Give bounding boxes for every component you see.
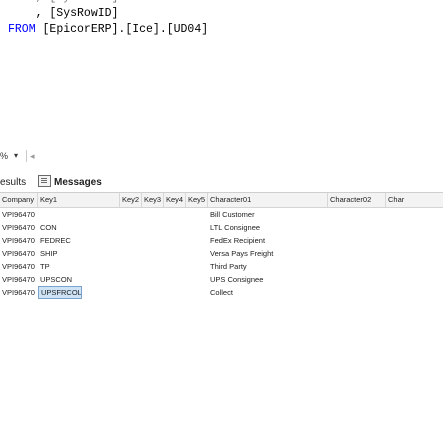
tab-messages[interactable]: Messages (38, 174, 118, 192)
cell-company[interactable]: VPI96470 (0, 234, 38, 247)
editor-line-from: FROM [EpicorERP].[Ice].[UD04] (8, 22, 208, 38)
column-header[interactable]: Character02 (328, 193, 386, 207)
scroll-left-icon[interactable]: ◂ (30, 150, 35, 162)
table-row[interactable]: VPI96470 TP Third Party (0, 260, 443, 273)
cell-key1-selected[interactable]: UPSFRCOL (38, 286, 82, 299)
editor-line-sysrowid: , [SysRowID] (8, 7, 119, 20)
from-table: [EpicorERP].[Ice].[UD04] (35, 23, 209, 36)
table-row[interactable]: VPI96470 CON LTL Consignee (0, 221, 443, 234)
cell-key1[interactable] (38, 208, 120, 221)
messages-icon (38, 175, 51, 188)
from-keyword: FROM (8, 23, 36, 36)
results-tabs: esults Messages (0, 174, 443, 193)
column-header[interactable]: Key3 (142, 193, 164, 207)
zoom-value: % (0, 151, 9, 161)
zoom-dropdown[interactable]: % ▾ (0, 150, 27, 162)
cell-character01[interactable]: UPS Consignee (208, 273, 328, 286)
column-header[interactable]: Character01 (208, 193, 328, 207)
cell-character01[interactable]: FedEx Recipient (208, 234, 328, 247)
cell-key1[interactable]: TP (38, 260, 120, 273)
grid-header: Company Key1 Key2 Key3 Key4 Key5 Charact… (0, 193, 443, 208)
cell-character01[interactable]: Bill Customer (208, 208, 328, 221)
chevron-down-icon: ▾ (14, 151, 19, 160)
query-editor[interactable]: , [SysRowID] , [SysRowID] FROM [EpicorER… (0, 0, 443, 143)
cell-character01[interactable]: Third Party (208, 260, 328, 273)
tab-messages-label: Messages (54, 177, 102, 188)
column-header[interactable]: Key4 (164, 193, 186, 207)
cell-key1[interactable]: CON (38, 221, 120, 234)
cell-key1[interactable]: UPSCON (38, 273, 120, 286)
cell-company[interactable]: VPI96470 (0, 286, 38, 299)
table-row[interactable]: VPI96470 FEDREC FedEx Recipient (0, 234, 443, 247)
table-row[interactable]: VPI96470 UPSFRCOL Collect (0, 286, 443, 299)
column-header[interactable]: Company (0, 193, 38, 207)
tab-results[interactable]: esults (0, 174, 30, 192)
column-header[interactable]: Key2 (120, 193, 142, 207)
results-pane: esults Messages Company Key1 Key2 Key3 K… (0, 165, 443, 441)
column-header[interactable]: Key5 (186, 193, 208, 207)
column-header[interactable]: Char (386, 193, 443, 207)
cell-character01[interactable]: Versa Pays Freight (208, 247, 328, 260)
cell-company[interactable]: VPI96470 (0, 273, 38, 286)
editor-status-strip: % ▾ ◂ (0, 150, 443, 162)
cell-company[interactable]: VPI96470 (0, 247, 38, 260)
cell-company[interactable]: VPI96470 (0, 260, 38, 273)
column-header[interactable]: Key1 (38, 193, 120, 207)
table-row[interactable]: VPI96470 Bill Customer (0, 208, 443, 221)
cell-character01[interactable]: LTL Consignee (208, 221, 328, 234)
cell-company[interactable]: VPI96470 (0, 208, 38, 221)
cell-key1[interactable]: FEDREC (38, 234, 120, 247)
cell-company[interactable]: VPI96470 (0, 221, 38, 234)
table-row[interactable]: VPI96470 UPSCON UPS Consignee (0, 273, 443, 286)
cell-key1[interactable]: SHIP (38, 247, 120, 260)
cell-character01[interactable]: Collect (208, 286, 328, 299)
table-row[interactable]: VPI96470 SHIP Versa Pays Freight (0, 247, 443, 260)
